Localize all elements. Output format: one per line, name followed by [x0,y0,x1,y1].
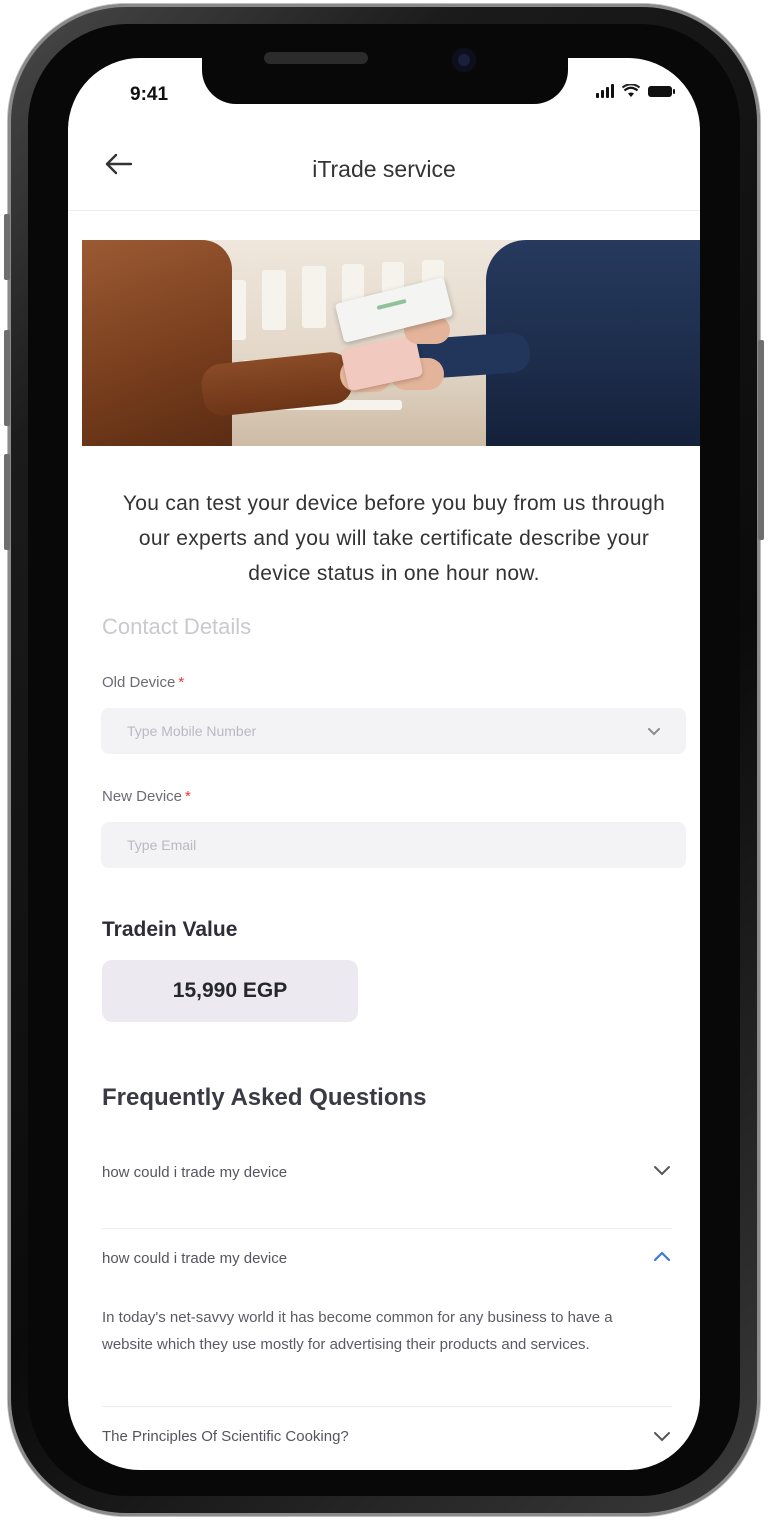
new-device-label-text: New Device [102,788,183,805]
chevron-down-icon[interactable] [652,1160,672,1180]
faq-question-3[interactable]: The Principles Of Scientific Cooking? [102,1428,672,1445]
volume-up-button [4,330,10,426]
new-device-label: New Device * [102,788,191,805]
faq-heading: Frequently Asked Questions [102,1084,427,1111]
chevron-up-icon[interactable] [652,1246,672,1266]
tradein-value-box: 15,990 EGP [102,960,358,1022]
power-button [758,340,764,540]
notch [202,58,568,104]
faq-answer-2: In today's net-savvy world it has become… [102,1309,613,1353]
tradein-value-heading: Tradein Value [102,918,238,941]
cellular-signal-icon [596,84,614,98]
nav-bar: iTrade service [68,128,700,211]
volume-down-button [4,454,10,550]
old-device-placeholder: Type Mobile Number [127,723,257,739]
required-mark: * [178,674,185,691]
app-screen: 9:41 iTrade service You can test your de… [68,58,700,1470]
faq-divider [102,1406,672,1407]
page-title: iTrade service [312,156,456,182]
battery-icon [648,85,675,97]
earpiece-speaker [264,52,368,64]
faq-question-1[interactable]: how could i trade my device [102,1164,672,1181]
chevron-down-icon[interactable] [652,1426,672,1446]
intro-text: You can test your device before you buy … [122,492,666,585]
faq-divider [102,1228,672,1229]
hero-image [82,240,700,446]
side-button [4,214,10,280]
wifi-icon [622,84,640,97]
new-device-placeholder: Type Email [127,837,197,853]
chevron-down-icon [646,723,662,739]
required-mark: * [185,788,191,805]
new-device-input[interactable]: Type Email [101,822,686,868]
status-time: 9:41 [130,84,169,105]
faq-question-2[interactable]: how could i trade my device [102,1250,672,1267]
contact-details-heading: Contact Details [102,614,252,639]
old-device-label: Old Device * [102,674,184,691]
old-device-label-text: Old Device [102,674,176,691]
old-device-select[interactable]: Type Mobile Number [101,708,686,754]
status-icons [596,84,675,98]
front-camera [452,48,476,72]
